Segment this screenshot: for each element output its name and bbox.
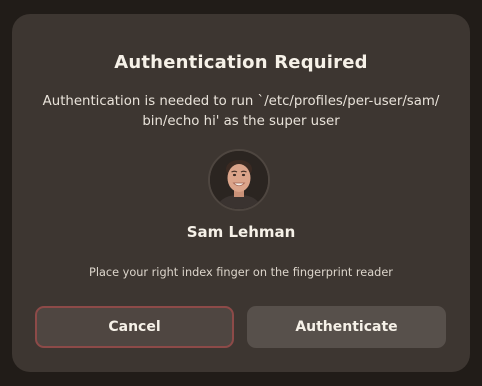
user-name: Sam Lehman	[186, 223, 296, 241]
cancel-button[interactable]: Cancel	[35, 306, 234, 348]
message-line-1: Authentication is needed to run `/etc/pr…	[42, 94, 440, 109]
user-avatar	[208, 149, 270, 211]
dialog-title: Authentication Required	[114, 52, 368, 73]
user-photo-avatar-icon	[210, 151, 268, 209]
fingerprint-hint: Place your right index finger on the fin…	[89, 266, 393, 279]
authentication-dialog: Authentication Required Authentication i…	[12, 14, 470, 372]
message-line-2: bin/echo hi' as the super user	[142, 114, 340, 129]
cancel-button-label: Cancel	[108, 319, 161, 335]
authenticate-button-label: Authenticate	[295, 319, 398, 335]
dialog-message: Authentication is needed to run `/etc/pr…	[36, 92, 446, 132]
authenticate-button[interactable]: Authenticate	[247, 306, 446, 348]
